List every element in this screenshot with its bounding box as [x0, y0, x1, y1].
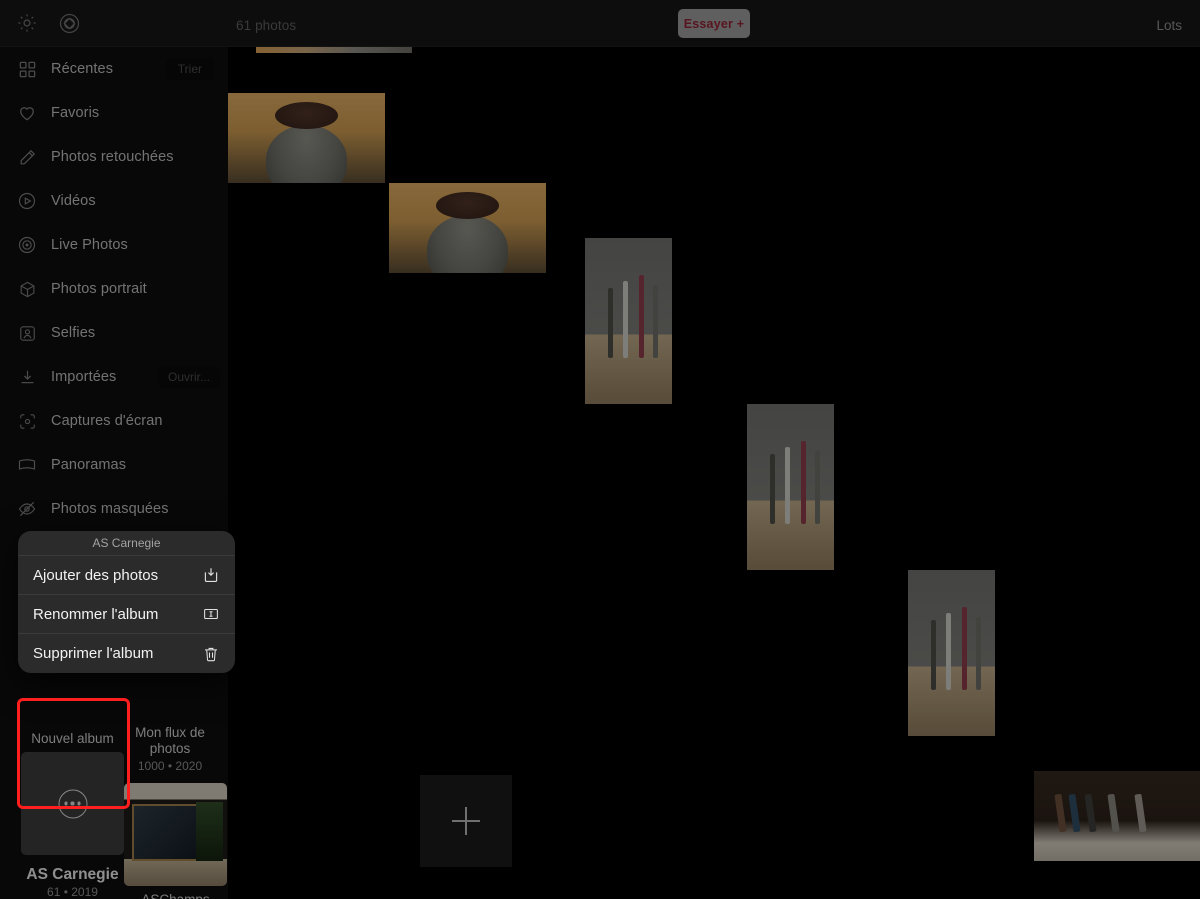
album-as-carnegie[interactable]: AS Carnegie 61 • 2019: [21, 867, 124, 899]
text-cursor-icon: [201, 604, 221, 624]
context-menu-item-label: Supprimer l'album: [33, 645, 154, 662]
sidebar-item-label: Photos masquées: [51, 501, 169, 517]
toolbar-left-group: [14, 10, 82, 36]
live-photos-icon: [14, 232, 40, 258]
grid-photo[interactable]: [256, 47, 412, 53]
gear-icon[interactable]: [14, 10, 40, 36]
sidebar-item-label: Importées: [51, 369, 117, 385]
open-button[interactable]: Ouvrir...: [157, 366, 220, 388]
heart-icon: [14, 100, 40, 126]
sort-button[interactable]: Trier: [165, 58, 214, 80]
panorama-icon: [14, 452, 40, 478]
sidebar-item-captures-decran[interactable]: Captures d'écran: [0, 399, 228, 443]
photo-grid: [228, 47, 1200, 899]
sidebar-item-label: Récentes: [51, 61, 114, 77]
album-nouvel-album[interactable]: Nouvel album: [21, 731, 124, 855]
more-options-icon[interactable]: [58, 789, 87, 818]
sidebar-item-label: Favoris: [51, 105, 100, 121]
sidebar-item-photos-portrait[interactable]: Photos portrait: [0, 267, 228, 311]
trash-icon: [201, 644, 221, 664]
sidebar-item-importees[interactable]: Importées Ouvrir...: [0, 355, 228, 399]
album-thumbnail[interactable]: [124, 783, 227, 886]
context-menu-item-label: Ajouter des photos: [33, 566, 159, 584]
sidebar-item-live-photos[interactable]: Live Photos: [0, 223, 228, 267]
sidebar-item-label: Captures d'écran: [51, 413, 163, 429]
album-mon-flux-de-photos[interactable]: Mon flux de photos 1000 • 2020: [116, 725, 224, 773]
sidebar-item-label: Photos retouchées: [51, 149, 174, 165]
context-menu-header: AS Carnegie: [18, 531, 235, 556]
sidebar-item-videos[interactable]: Vidéos: [0, 179, 228, 223]
plus-icon: [452, 807, 480, 835]
album-subtitle: 1000 • 2020: [137, 759, 203, 773]
sidebar-item-favoris[interactable]: Favoris: [0, 91, 228, 135]
grid-photo[interactable]: [908, 570, 995, 736]
album-context-menu: AS Carnegie Ajouter des photos Renommer …: [18, 531, 235, 673]
sidebar-item-label: Vidéos: [51, 193, 96, 209]
sidebar-item-label: Selfies: [51, 325, 96, 341]
screenshot-icon: [14, 408, 40, 434]
add-photo-tile[interactable]: [420, 775, 512, 867]
lots-button[interactable]: Lots: [1156, 18, 1182, 33]
album-thumbnail[interactable]: [21, 752, 124, 855]
sidebar: Récentes Trier Favoris Photos retouchées: [0, 47, 228, 899]
photo-count-label: 61 photos: [236, 18, 297, 33]
sidebar-item-label: Panoramas: [51, 457, 127, 473]
add-to-album-icon: [201, 565, 221, 585]
cube-icon: [14, 276, 40, 302]
top-toolbar: 61 photos Essayer + Lots: [0, 0, 1200, 47]
sidebar-item-photos-masquees[interactable]: Photos masquées: [0, 487, 228, 531]
album-subtitle: 61 • 2019: [47, 885, 98, 899]
download-icon: [14, 364, 40, 390]
sidebar-item-label: Photos portrait: [51, 281, 147, 297]
album-title: Mon flux de photos: [135, 725, 205, 756]
eye-slash-icon: [14, 496, 40, 522]
sidebar-item-recentes[interactable]: Récentes Trier: [0, 47, 228, 91]
aperture-icon[interactable]: [56, 10, 82, 36]
sidebar-item-label: Live Photos: [51, 237, 128, 253]
album-title: AS Carnegie: [26, 866, 119, 883]
grid-photo[interactable]: [228, 93, 385, 183]
context-menu-item-renommer-lalbum[interactable]: Renommer l'album: [18, 595, 235, 634]
pencil-icon: [14, 144, 40, 170]
context-menu-item-ajouter-des-photos[interactable]: Ajouter des photos: [18, 556, 235, 595]
grid-photo[interactable]: [389, 183, 546, 273]
context-menu-item-supprimer-lalbum[interactable]: Supprimer l'album: [18, 634, 235, 673]
grid-photo[interactable]: [1034, 771, 1200, 861]
grid-photo[interactable]: [747, 404, 834, 570]
grid-icon: [14, 56, 40, 82]
albums-section: Nouvel album Mon flux de photos 1000 • 2…: [0, 719, 228, 899]
try-button[interactable]: Essayer +: [678, 9, 750, 38]
album-aschamps[interactable]: ASChamps 13 • 2019: [124, 783, 227, 899]
context-menu-item-label: Renommer l'album: [33, 605, 159, 623]
sidebar-item-photos-retouchees[interactable]: Photos retouchées: [0, 135, 228, 179]
album-title: ASChamps: [124, 892, 227, 899]
person-frame-icon: [14, 320, 40, 346]
grid-photo[interactable]: [585, 238, 672, 404]
photos-app-window: 61 photos Essayer + Lots Récentes Trier: [0, 0, 1200, 899]
album-title: Nouvel album: [31, 731, 114, 746]
sidebar-item-selfies[interactable]: Selfies: [0, 311, 228, 355]
sidebar-item-panoramas[interactable]: Panoramas: [0, 443, 228, 487]
play-circle-icon: [14, 188, 40, 214]
